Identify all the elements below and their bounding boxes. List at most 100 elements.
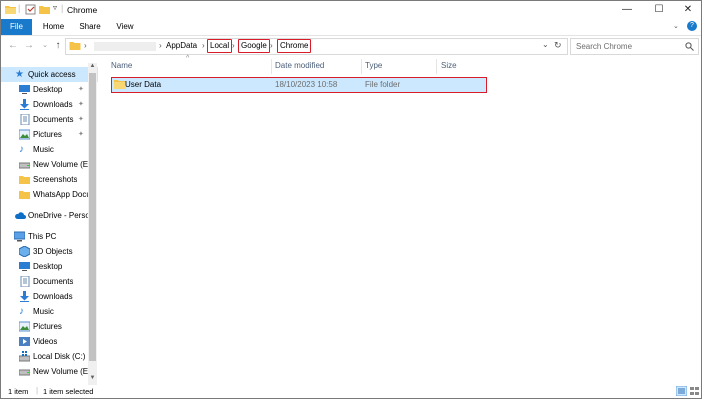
sidebar-item-new-volume-e[interactable]: New Volume (E:) (1, 157, 98, 172)
tab-home[interactable]: Home (40, 19, 67, 35)
search-input[interactable]: Search Chrome (570, 38, 699, 55)
sidebar-item-label: Pictures (33, 322, 62, 331)
new-folder-icon[interactable] (39, 4, 50, 15)
help-icon[interactable]: ? (687, 21, 697, 31)
file-date: 18/10/2023 10:58 (275, 80, 338, 89)
address-dropdown-icon[interactable]: ⌄ (542, 40, 549, 49)
sidebar-item-downloads-pc[interactable]: Downloads (1, 289, 98, 304)
sidebar-item-this-pc[interactable]: This PC (1, 229, 98, 244)
folder-icon (69, 42, 81, 50)
sidebar-item-documents-pc[interactable]: Documents (1, 274, 98, 289)
sidebar-item-label: Documents (33, 115, 74, 124)
properties-icon[interactable] (25, 4, 36, 15)
sidebar-item-label: WhatsApp Docu (33, 190, 89, 199)
sidebar-item-label: Local Disk (C:) (33, 352, 86, 361)
column-divider[interactable] (361, 59, 362, 74)
minimize-button[interactable]: — (612, 1, 642, 19)
file-row-user-data[interactable]: User Data 18/10/2023 10:58 File folder (111, 77, 487, 93)
folder-icon (5, 6, 16, 14)
address-row: ← → ⌄ ↑ › › AppData › Local › Google › C… (1, 36, 701, 56)
column-header-size[interactable]: Size (441, 61, 457, 70)
music-icon: ♪ (19, 306, 24, 317)
breadcrumb-local[interactable]: Local (207, 39, 233, 53)
pictures-icon (19, 129, 30, 140)
expand-ribbon-icon[interactable]: ⌄ (673, 22, 679, 30)
breadcrumb-appdata[interactable]: AppData (166, 40, 197, 52)
address-bar[interactable]: › › AppData › Local › Google › Chrome ⌄ … (65, 38, 568, 55)
pin-icon: ✦ (78, 86, 84, 93)
quick-access-toolbar-dropdown-icon[interactable]: ▿ (53, 3, 57, 12)
sidebar-item-label: This PC (28, 232, 57, 241)
back-button[interactable]: ← (7, 38, 19, 54)
sidebar-item-quick-access[interactable]: ★ Quick access (1, 67, 98, 82)
sidebar-item-3d-objects[interactable]: 3D Objects (1, 244, 98, 259)
large-icons-view-icon[interactable] (689, 386, 700, 396)
breadcrumb-separator: › (232, 41, 235, 50)
column-divider[interactable] (271, 59, 272, 74)
cube-icon (19, 246, 30, 257)
sidebar-item-new-volume-e-pc[interactable]: New Volume (E:) (1, 364, 98, 379)
status-bar: 1 item | 1 item selected (1, 385, 701, 398)
sidebar-item-documents[interactable]: Documents ✦ (1, 112, 98, 127)
sidebar-item-videos[interactable]: Videos (1, 334, 98, 349)
breadcrumb-chrome[interactable]: Chrome (277, 39, 312, 53)
folder-icon (19, 176, 30, 184)
column-header-date-modified[interactable]: Date modified (275, 61, 324, 70)
sidebar-item-music[interactable]: ♪ Music (1, 142, 98, 157)
sidebar-item-label: Screenshots (33, 175, 78, 184)
tab-view[interactable]: View (114, 19, 136, 35)
tab-share[interactable]: Share (77, 19, 103, 35)
documents-icon (20, 276, 30, 287)
sidebar-item-label: Desktop (33, 85, 63, 94)
sort-ascending-icon: ^ (186, 55, 190, 62)
sidebar-item-label: Videos (33, 337, 58, 346)
column-header-type[interactable]: Type (365, 61, 382, 70)
window-title: Chrome (67, 5, 98, 15)
details-view-icon[interactable] (676, 386, 687, 396)
download-icon (20, 291, 29, 302)
sidebar-item-label: Music (33, 145, 54, 154)
column-divider[interactable] (436, 59, 437, 74)
sidebar-item-screenshots[interactable]: Screenshots (1, 172, 98, 187)
sidebar-item-local-disk-c[interactable]: Local Disk (C:) (1, 349, 98, 364)
file-list: ^ Name Date modified Type Size User Data… (101, 55, 699, 385)
forward-button[interactable]: → (23, 38, 35, 54)
navigation-scrollbar[interactable]: ▲ ▼ (88, 63, 97, 385)
scrollbar-thumb[interactable] (89, 73, 96, 361)
up-button[interactable]: ↑ (52, 38, 64, 54)
cloud-icon (15, 212, 26, 219)
sidebar-item-label: Downloads (33, 100, 73, 109)
drive-icon (19, 162, 30, 169)
sidebar-item-desktop-pc[interactable]: Desktop (1, 259, 98, 274)
sidebar-item-label: Quick access (28, 70, 76, 79)
selection-count: 1 item selected (43, 387, 94, 396)
pictures-icon (19, 321, 30, 332)
breadcrumb-google[interactable]: Google (238, 39, 270, 53)
column-header-name[interactable]: Name (111, 61, 132, 70)
documents-icon (20, 114, 30, 125)
chevron-down-icon: ⌄ (42, 42, 48, 49)
sidebar-item-pictures[interactable]: Pictures ✦ (1, 127, 98, 142)
maximize-button[interactable]: ☐ (644, 1, 674, 19)
title-bar: | ▿ | Chrome — ☐ ✕ (1, 1, 701, 19)
breadcrumb-separator: › (270, 41, 273, 50)
breadcrumb-separator: › (159, 41, 162, 50)
sidebar-item-downloads[interactable]: Downloads ✦ (1, 97, 98, 112)
sidebar-item-onedrive[interactable]: OneDrive - Person (1, 208, 98, 223)
close-button[interactable]: ✕ (673, 1, 701, 19)
drive-icon (19, 369, 30, 376)
sidebar-item-music-pc[interactable]: ♪ Music (1, 304, 98, 319)
pin-icon: ✦ (78, 101, 84, 108)
close-icon: ✕ (683, 4, 693, 15)
sidebar-item-whatsapp-documents[interactable]: WhatsApp Docu (1, 187, 98, 202)
scroll-up-icon[interactable]: ▲ (88, 63, 97, 69)
recent-locations-button[interactable]: ⌄ (39, 38, 51, 54)
scroll-down-icon[interactable]: ▼ (88, 375, 97, 381)
refresh-icon[interactable]: ↻ (554, 40, 562, 51)
sidebar-item-label: New Volume (E:) (33, 160, 89, 169)
sidebar-item-pictures-pc[interactable]: Pictures (1, 319, 98, 334)
file-name: User Data (125, 80, 162, 89)
folder-icon (19, 191, 30, 199)
tab-file[interactable]: File (1, 19, 32, 35)
sidebar-item-desktop[interactable]: Desktop ✦ (1, 82, 98, 97)
